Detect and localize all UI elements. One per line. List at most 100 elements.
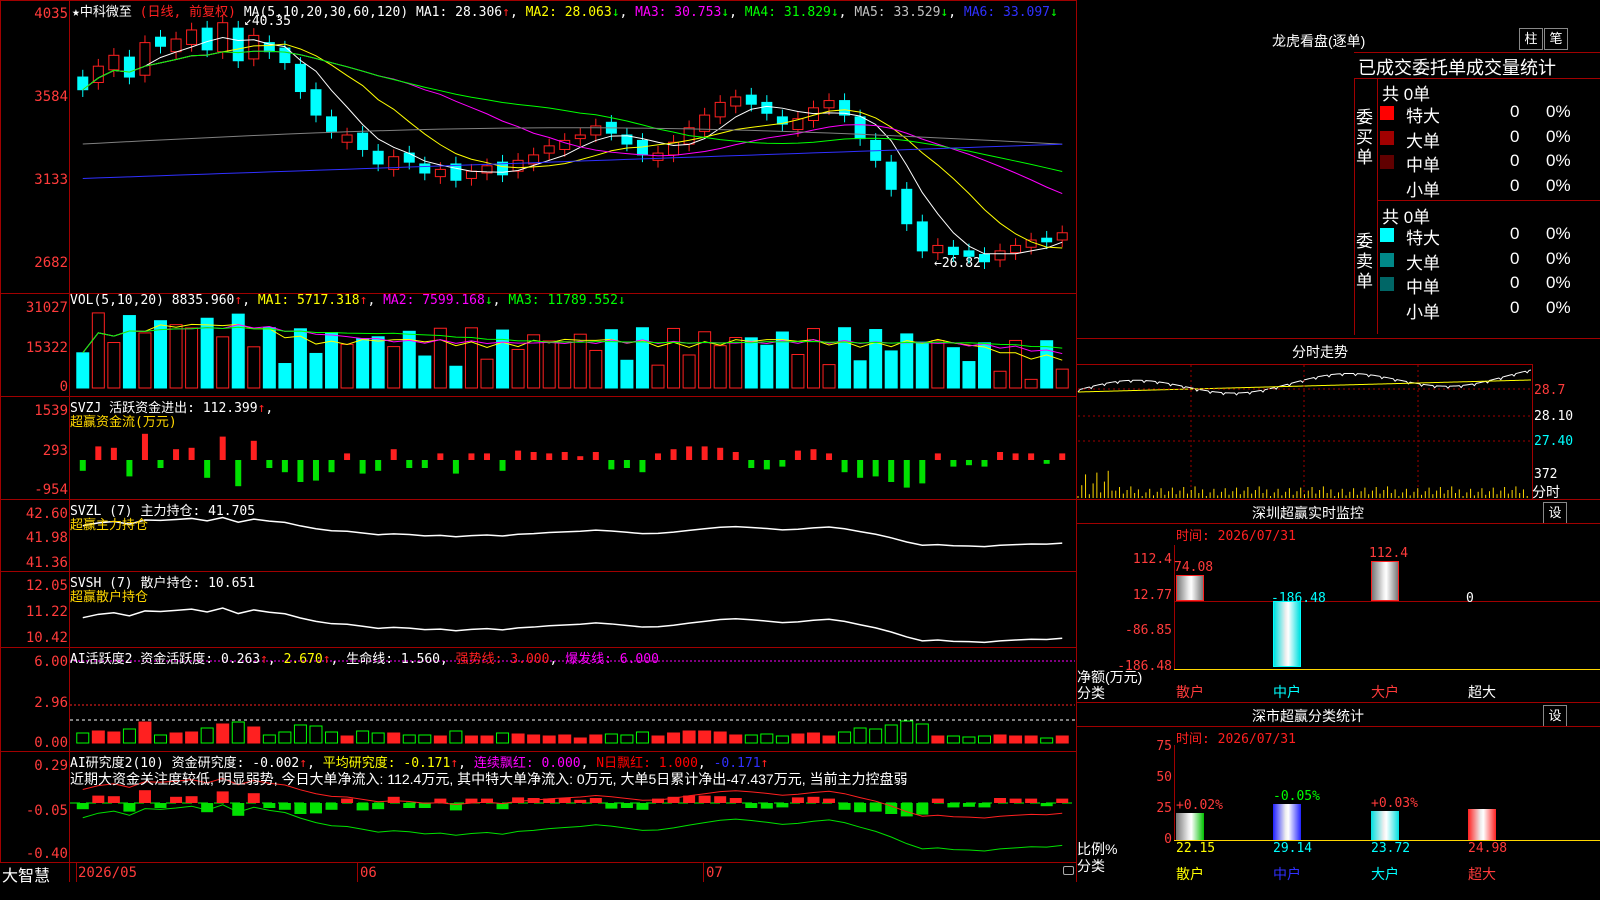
row-percent: 0% xyxy=(1546,248,1571,268)
svzl-tick-1: 42.60 xyxy=(25,506,68,522)
fenshi-chart[interactable] xyxy=(1077,364,1533,500)
price-header: ★中科微至 (日线, 前复权) MA(5,10,20,30,60,120) MA… xyxy=(72,5,1058,20)
monitor-bar-2[interactable] xyxy=(1371,561,1399,601)
classify-header-line xyxy=(1076,726,1600,727)
monitor-axis-x xyxy=(1174,669,1600,670)
monitor-cat-0: 散户 xyxy=(1176,684,1204,700)
classify-axis-y xyxy=(1174,745,1175,841)
classify-tick-4: 0 xyxy=(1164,832,1172,847)
classify-bar-3[interactable] xyxy=(1468,809,1496,840)
classify-cat-3: 超大 xyxy=(1468,866,1496,882)
row-percent: 0% xyxy=(1546,224,1571,243)
tick-view-button[interactable]: 笔 xyxy=(1544,28,1568,50)
monitor-top-border xyxy=(1076,499,1600,500)
monitor-tick-3: -86.85 xyxy=(1125,623,1172,638)
classify-change-0: +0.02% xyxy=(1176,797,1223,813)
fenshi-tick-3: 27.40 xyxy=(1534,434,1574,449)
svzj-tick-3: -954 xyxy=(34,482,68,498)
svzl-sub: 超赢主力持仓 xyxy=(70,518,149,533)
monitor-bar-1[interactable] xyxy=(1273,601,1301,668)
row-label: 中单 xyxy=(1406,156,1440,175)
monitor-cat-1: 中户 xyxy=(1273,684,1301,700)
vol-header: VOL(5,10,20) 8835.960↑, MA1: 5717.318↑, … xyxy=(70,293,626,308)
longhu-title: 龙虎看盘(逐单) xyxy=(1272,33,1366,49)
ai-active-tick-2: 2.96 xyxy=(34,695,68,711)
classify-bar-0[interactable] xyxy=(1176,812,1204,840)
color-swatch xyxy=(1380,130,1394,145)
row-label: 小单 xyxy=(1406,180,1440,200)
classify-cat-0: 散户 xyxy=(1176,866,1204,882)
row-percent: 0% xyxy=(1546,151,1571,170)
row-value: 0 xyxy=(1510,102,1520,121)
ma6-value: MA6: 33.097 xyxy=(963,5,1050,20)
svzj-tick-1: 1539 xyxy=(34,403,68,419)
svzl-tick-2: 41.98 xyxy=(25,530,68,546)
monitor-time: 时间: 2026/07/31 xyxy=(1176,529,1296,544)
row-label: 大单 xyxy=(1406,131,1440,151)
classify-cat-1: 中户 xyxy=(1273,866,1301,882)
classify-settings-button[interactable]: 设 xyxy=(1543,705,1567,727)
row-label: 大单 xyxy=(1406,253,1440,273)
color-swatch xyxy=(1380,302,1394,316)
sell-row-2: 中单 0 0% xyxy=(1380,273,1600,297)
buy-side-label: 委买单 xyxy=(1356,108,1373,167)
lock-icon[interactable] xyxy=(1063,866,1074,875)
ma2-value: MA2: 28.063 xyxy=(525,5,612,20)
date-tick-2 xyxy=(357,863,358,882)
date-tick-3 xyxy=(703,863,704,882)
classify-pct-1: 29.14 xyxy=(1273,841,1313,856)
svsh-tick-1: 12.05 xyxy=(25,578,68,594)
classify-bar-1[interactable] xyxy=(1273,803,1301,840)
monitor-cat-3: 超大 xyxy=(1468,684,1496,700)
volume-panel[interactable] xyxy=(0,293,1077,397)
buy-row-1: 大单 0 0% xyxy=(1380,126,1600,151)
price-panel[interactable] xyxy=(0,0,1077,294)
longhu-header: 已成交委托单成交量统计 xyxy=(1358,58,1556,78)
monitor-settings-button[interactable]: 设 xyxy=(1543,502,1567,524)
color-swatch xyxy=(1380,252,1394,267)
ai-active-tick-1: 6.00 xyxy=(34,654,68,670)
low-marker: ←26.82 xyxy=(934,256,981,271)
period-label[interactable]: (日线, 前复权) xyxy=(140,5,236,20)
svsh-tick-3: 10.42 xyxy=(25,630,68,646)
sell-row-0: 特大 0 0% xyxy=(1380,224,1600,248)
classify-pct-0: 22.15 xyxy=(1176,841,1216,856)
row-label: 特大 xyxy=(1406,107,1440,126)
svzl-tick-3: 41.36 xyxy=(25,555,68,571)
row-percent: 0% xyxy=(1546,297,1571,317)
longhu-split xyxy=(1377,78,1378,334)
row-label: 特大 xyxy=(1406,229,1440,248)
classify-title: 深市超赢分类统计 xyxy=(1252,708,1364,724)
svsh-sub: 超赢散户持仓 xyxy=(70,590,149,605)
monitor-bar-0[interactable] xyxy=(1176,574,1204,601)
classify-top-border xyxy=(1076,702,1600,703)
row-percent: 0% xyxy=(1546,126,1571,146)
date-label-1: 2026/05 xyxy=(78,865,138,881)
row-label: 小单 xyxy=(1406,302,1440,322)
color-swatch xyxy=(1380,155,1394,169)
color-swatch xyxy=(1380,228,1394,242)
monitor-xlabel: 分类 xyxy=(1077,685,1105,701)
bar-view-button[interactable]: 柱 xyxy=(1519,28,1543,50)
ai-active-header: AI活跃度2 资金活跃度: 0.263↑, 2.670↑, 生命线: 1.560… xyxy=(70,652,659,667)
monitor-tick-1: 112.4 xyxy=(1132,552,1172,567)
vol-tick-3: 0 xyxy=(59,379,68,395)
fenshi-tick-1: 28.7 xyxy=(1534,383,1566,398)
monitor-zero-line xyxy=(1174,601,1600,602)
brand-label[interactable]: 大智慧 xyxy=(2,862,50,886)
star-icon[interactable]: ★ xyxy=(72,5,80,20)
fenshi-title: 分时走势 xyxy=(1292,344,1348,360)
ma4-value: MA4: 31.829 xyxy=(744,5,831,20)
classify-pct-2: 23.72 xyxy=(1371,841,1411,856)
classify-change-1: -0.05% xyxy=(1273,788,1320,804)
ai-research-comment: 近期大资金关注度较低, 明显弱势, 今日大单净流入: 112.4万元, 其中特大… xyxy=(70,771,908,787)
color-swatch xyxy=(1380,106,1394,120)
svsh-tick-2: 11.22 xyxy=(25,604,68,620)
classify-tick-1: 75 xyxy=(1156,739,1172,754)
ai-research-tick-3: -0.40 xyxy=(25,846,68,862)
fenshi-top-border xyxy=(1076,338,1600,339)
row-label: 中单 xyxy=(1406,278,1440,297)
fenshi-vol-tick: 372 xyxy=(1534,467,1558,482)
classify-bar-2[interactable] xyxy=(1371,810,1399,840)
price-tick-4: 2682 xyxy=(34,255,68,271)
